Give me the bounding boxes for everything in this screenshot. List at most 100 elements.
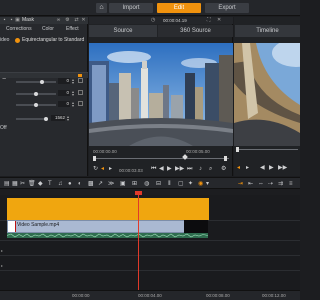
close-icon[interactable]: ✕ bbox=[217, 17, 221, 24]
marker-icon[interactable]: ◆ bbox=[38, 180, 43, 188]
overwrite-icon[interactable]: ⇉ bbox=[278, 180, 283, 188]
motion-icon[interactable]: ↗ bbox=[98, 180, 103, 188]
param-slider[interactable] bbox=[16, 81, 56, 83]
in-point-icon[interactable]: ◂ bbox=[237, 165, 240, 172]
minus-icon[interactable]: − bbox=[2, 76, 6, 83]
storyboard-icon[interactable]: ▤ bbox=[4, 180, 10, 188]
timeline-scrub-track[interactable] bbox=[236, 149, 298, 150]
transport-timecode: 00:00:03.03 bbox=[119, 168, 143, 173]
mute-icon[interactable]: ◍ bbox=[144, 180, 149, 188]
volume-icon[interactable]: ♪ bbox=[199, 166, 202, 173]
text-icon[interactable]: T bbox=[48, 180, 52, 188]
speed-icon[interactable]: ≫ bbox=[108, 180, 114, 188]
tab-import[interactable]: Import bbox=[109, 3, 153, 13]
track-header-icon[interactable]: ▸ bbox=[1, 263, 3, 268]
split-icon[interactable]: ⫴ bbox=[168, 180, 171, 188]
spinner-icon[interactable]: ▴ ▾ bbox=[72, 101, 74, 108]
source-preview-image[interactable] bbox=[89, 43, 233, 146]
param-value[interactable]: 0 bbox=[58, 90, 70, 96]
clip-icon[interactable]: ▦ bbox=[12, 180, 18, 188]
tab-360-source[interactable]: 360 Source bbox=[158, 25, 233, 37]
expand-icon[interactable] bbox=[78, 74, 82, 77]
param-value[interactable]: 0 bbox=[58, 78, 70, 84]
track-header-icon[interactable]: ▸ bbox=[1, 248, 3, 253]
home-icon[interactable]: ⌂ bbox=[96, 3, 107, 13]
color-icon[interactable]: ◐ bbox=[78, 180, 82, 188]
zoom-icon[interactable]: ⌕ bbox=[209, 166, 212, 173]
param-checkbox[interactable] bbox=[78, 78, 83, 83]
forward-icon[interactable]: ▶▶ bbox=[175, 166, 184, 173]
timeline-scrub-marker[interactable] bbox=[236, 147, 239, 152]
tab-corrections[interactable]: Corrections bbox=[6, 25, 32, 34]
param-checkbox[interactable] bbox=[78, 90, 83, 95]
out-point-icon[interactable]: ▸ bbox=[109, 166, 112, 173]
swap-icon[interactable]: ⇄ bbox=[74, 18, 79, 23]
slider-knob[interactable] bbox=[34, 92, 38, 96]
param-checkbox[interactable] bbox=[78, 101, 83, 106]
clip-end-segment[interactable] bbox=[184, 220, 208, 233]
link-icon[interactable]: ⇔ bbox=[258, 180, 264, 188]
trash-icon[interactable]: 🗑 bbox=[28, 180, 36, 188]
tab-timeline[interactable]: Timeline bbox=[235, 25, 300, 37]
tab-edit[interactable]: Edit bbox=[157, 3, 201, 13]
mic-icon[interactable]: ● bbox=[68, 180, 72, 188]
link-icon[interactable]: ∞ bbox=[56, 18, 61, 23]
title-clip[interactable] bbox=[7, 198, 209, 220]
fx-icon[interactable]: ✦ bbox=[188, 180, 193, 188]
insert-icon[interactable]: ⇢ bbox=[268, 180, 273, 188]
audio-icon[interactable]: ♫ bbox=[58, 180, 63, 188]
audio-clip[interactable] bbox=[6, 233, 209, 238]
overlay-icon[interactable]: ▣ bbox=[120, 180, 126, 188]
fullscreen-icon[interactable]: ⛶ bbox=[207, 17, 211, 24]
play-icon[interactable]: ▶ bbox=[269, 165, 274, 172]
spinner-icon[interactable]: ▴ ▾ bbox=[72, 90, 74, 97]
playhead[interactable] bbox=[138, 195, 139, 290]
settings-icon[interactable]: ⚙ bbox=[65, 18, 70, 23]
in-point-icon[interactable]: ◂ bbox=[101, 166, 104, 173]
param-value[interactable]: 1562 bbox=[51, 115, 65, 121]
loop-icon[interactable]: ↻ bbox=[93, 166, 98, 173]
preview-icon[interactable]: ▢ bbox=[178, 180, 184, 188]
record-icon[interactable]: ◉ bbox=[198, 180, 203, 188]
tab-color[interactable]: Color bbox=[42, 25, 54, 34]
close-icon[interactable]: ✕ bbox=[81, 18, 86, 23]
snap-icon[interactable]: ⊞ bbox=[132, 180, 137, 188]
spinner-icon[interactable]: ▴ ▾ bbox=[67, 115, 69, 122]
source-viewer: ◷ 00:00:04.19 ⛶ ✕ Source 360 Source 00:0… bbox=[89, 17, 233, 176]
tab-effect[interactable]: Effect bbox=[66, 25, 79, 34]
more-icon[interactable]: ▾ bbox=[206, 180, 209, 188]
ripple-icon[interactable]: ⇥ bbox=[238, 180, 243, 188]
panel-tabs: Corrections Color Effect bbox=[0, 25, 88, 34]
timeline-preview-image[interactable] bbox=[234, 43, 300, 146]
slider-knob[interactable] bbox=[34, 103, 38, 107]
video-clip[interactable]: Video Sample.mp4 bbox=[7, 220, 208, 233]
tab-source[interactable]: Source bbox=[89, 25, 157, 37]
scissors-icon[interactable]: ✂ bbox=[20, 180, 25, 188]
audio-waveform bbox=[6, 233, 209, 238]
scrub-track[interactable] bbox=[93, 158, 229, 159]
zoom-fit-icon[interactable]: ⊟ bbox=[156, 180, 161, 188]
settings-icon[interactable]: ⚙ bbox=[221, 166, 226, 173]
out-point-icon[interactable]: ▸ bbox=[246, 165, 249, 172]
track-divider bbox=[0, 240, 300, 241]
projection-row: ideo Equirectangular to Standard bbox=[0, 36, 88, 45]
play-icon[interactable]: ▶ bbox=[167, 166, 172, 173]
tab-export[interactable]: Export bbox=[205, 3, 249, 13]
slider-knob[interactable] bbox=[40, 80, 44, 84]
param-value[interactable]: 0 bbox=[58, 101, 70, 107]
slider-knob[interactable] bbox=[44, 117, 48, 121]
in-marker[interactable] bbox=[93, 156, 96, 161]
lock-icon[interactable]: ⇤ bbox=[248, 180, 253, 188]
rewind-icon[interactable]: ◀ bbox=[260, 165, 265, 172]
menu-icon[interactable]: ≡ bbox=[289, 180, 293, 188]
out-marker[interactable] bbox=[224, 156, 227, 161]
rewind-icon[interactable]: ◀ bbox=[159, 166, 164, 173]
next-frame-icon[interactable]: ⏭ bbox=[187, 166, 192, 173]
mode-bar: ⌂ Import Edit Export bbox=[0, 0, 300, 16]
grid-icon[interactable]: ▩ bbox=[88, 180, 94, 188]
forward-icon[interactable]: ▶▶ bbox=[278, 165, 287, 172]
spinner-icon[interactable]: ▴ ▾ bbox=[72, 78, 74, 85]
prev-frame-icon[interactable]: ⏮ bbox=[151, 166, 156, 173]
projection-label[interactable]: Equirectangular to Standard bbox=[22, 36, 84, 45]
clock-icon: ◷ bbox=[151, 17, 156, 23]
